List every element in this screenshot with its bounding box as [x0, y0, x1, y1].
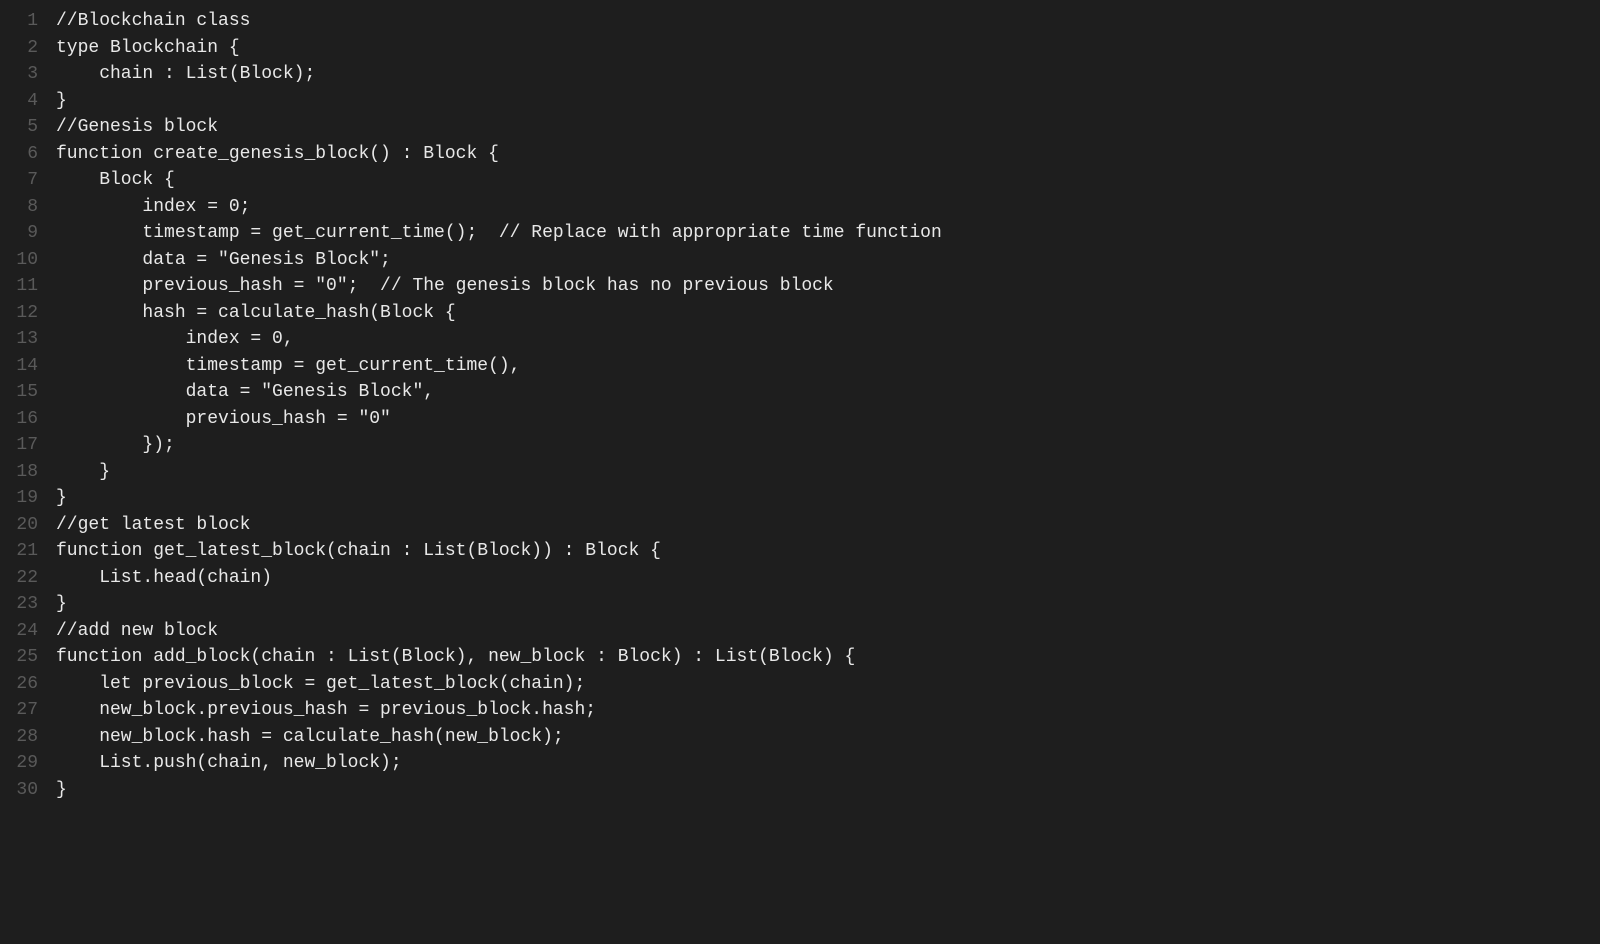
line-number: 11 — [0, 273, 38, 300]
code-line[interactable]: previous_hash = "0"; // The genesis bloc… — [56, 273, 1600, 300]
line-number: 10 — [0, 247, 38, 274]
code-line[interactable]: type Blockchain { — [56, 35, 1600, 62]
code-editor[interactable]: 1234567891011121314151617181920212223242… — [0, 0, 1600, 944]
line-number: 23 — [0, 591, 38, 618]
code-line[interactable]: } — [56, 485, 1600, 512]
line-number: 13 — [0, 326, 38, 353]
line-number: 5 — [0, 114, 38, 141]
line-number: 8 — [0, 194, 38, 221]
code-line[interactable]: chain : List(Block); — [56, 61, 1600, 88]
line-number: 7 — [0, 167, 38, 194]
code-line[interactable]: } — [56, 88, 1600, 115]
line-number: 29 — [0, 750, 38, 777]
code-line[interactable]: function get_latest_block(chain : List(B… — [56, 538, 1600, 565]
code-line[interactable]: new_block.previous_hash = previous_block… — [56, 697, 1600, 724]
line-number: 20 — [0, 512, 38, 539]
line-number: 2 — [0, 35, 38, 62]
code-line[interactable]: index = 0; — [56, 194, 1600, 221]
code-line[interactable]: function create_genesis_block() : Block … — [56, 141, 1600, 168]
line-number: 22 — [0, 565, 38, 592]
code-line[interactable]: } — [56, 777, 1600, 804]
line-number: 12 — [0, 300, 38, 327]
line-number: 21 — [0, 538, 38, 565]
line-number: 15 — [0, 379, 38, 406]
code-line[interactable]: }); — [56, 432, 1600, 459]
line-number: 24 — [0, 618, 38, 645]
line-number: 14 — [0, 353, 38, 380]
code-line[interactable]: //add new block — [56, 618, 1600, 645]
code-line[interactable]: } — [56, 459, 1600, 486]
line-number: 3 — [0, 61, 38, 88]
code-line[interactable]: data = "Genesis Block", — [56, 379, 1600, 406]
code-line[interactable]: List.push(chain, new_block); — [56, 750, 1600, 777]
code-line[interactable]: //Blockchain class — [56, 8, 1600, 35]
line-number: 6 — [0, 141, 38, 168]
line-number: 9 — [0, 220, 38, 247]
code-content[interactable]: //Blockchain classtype Blockchain { chai… — [48, 8, 1600, 944]
line-number: 18 — [0, 459, 38, 486]
code-line[interactable]: data = "Genesis Block"; — [56, 247, 1600, 274]
line-number: 27 — [0, 697, 38, 724]
line-number-gutter: 1234567891011121314151617181920212223242… — [0, 8, 48, 944]
code-line[interactable]: function add_block(chain : List(Block), … — [56, 644, 1600, 671]
code-line[interactable]: hash = calculate_hash(Block { — [56, 300, 1600, 327]
line-number: 4 — [0, 88, 38, 115]
code-line[interactable]: Block { — [56, 167, 1600, 194]
line-number: 30 — [0, 777, 38, 804]
code-line[interactable]: new_block.hash = calculate_hash(new_bloc… — [56, 724, 1600, 751]
code-line[interactable]: timestamp = get_current_time(); // Repla… — [56, 220, 1600, 247]
line-number: 17 — [0, 432, 38, 459]
line-number: 16 — [0, 406, 38, 433]
code-line[interactable]: timestamp = get_current_time(), — [56, 353, 1600, 380]
line-number: 25 — [0, 644, 38, 671]
code-line[interactable]: index = 0, — [56, 326, 1600, 353]
line-number: 1 — [0, 8, 38, 35]
line-number: 26 — [0, 671, 38, 698]
code-line[interactable]: let previous_block = get_latest_block(ch… — [56, 671, 1600, 698]
code-line[interactable]: previous_hash = "0" — [56, 406, 1600, 433]
code-line[interactable]: List.head(chain) — [56, 565, 1600, 592]
code-line[interactable]: } — [56, 591, 1600, 618]
line-number: 28 — [0, 724, 38, 751]
line-number: 19 — [0, 485, 38, 512]
code-line[interactable]: //get latest block — [56, 512, 1600, 539]
code-line[interactable]: //Genesis block — [56, 114, 1600, 141]
